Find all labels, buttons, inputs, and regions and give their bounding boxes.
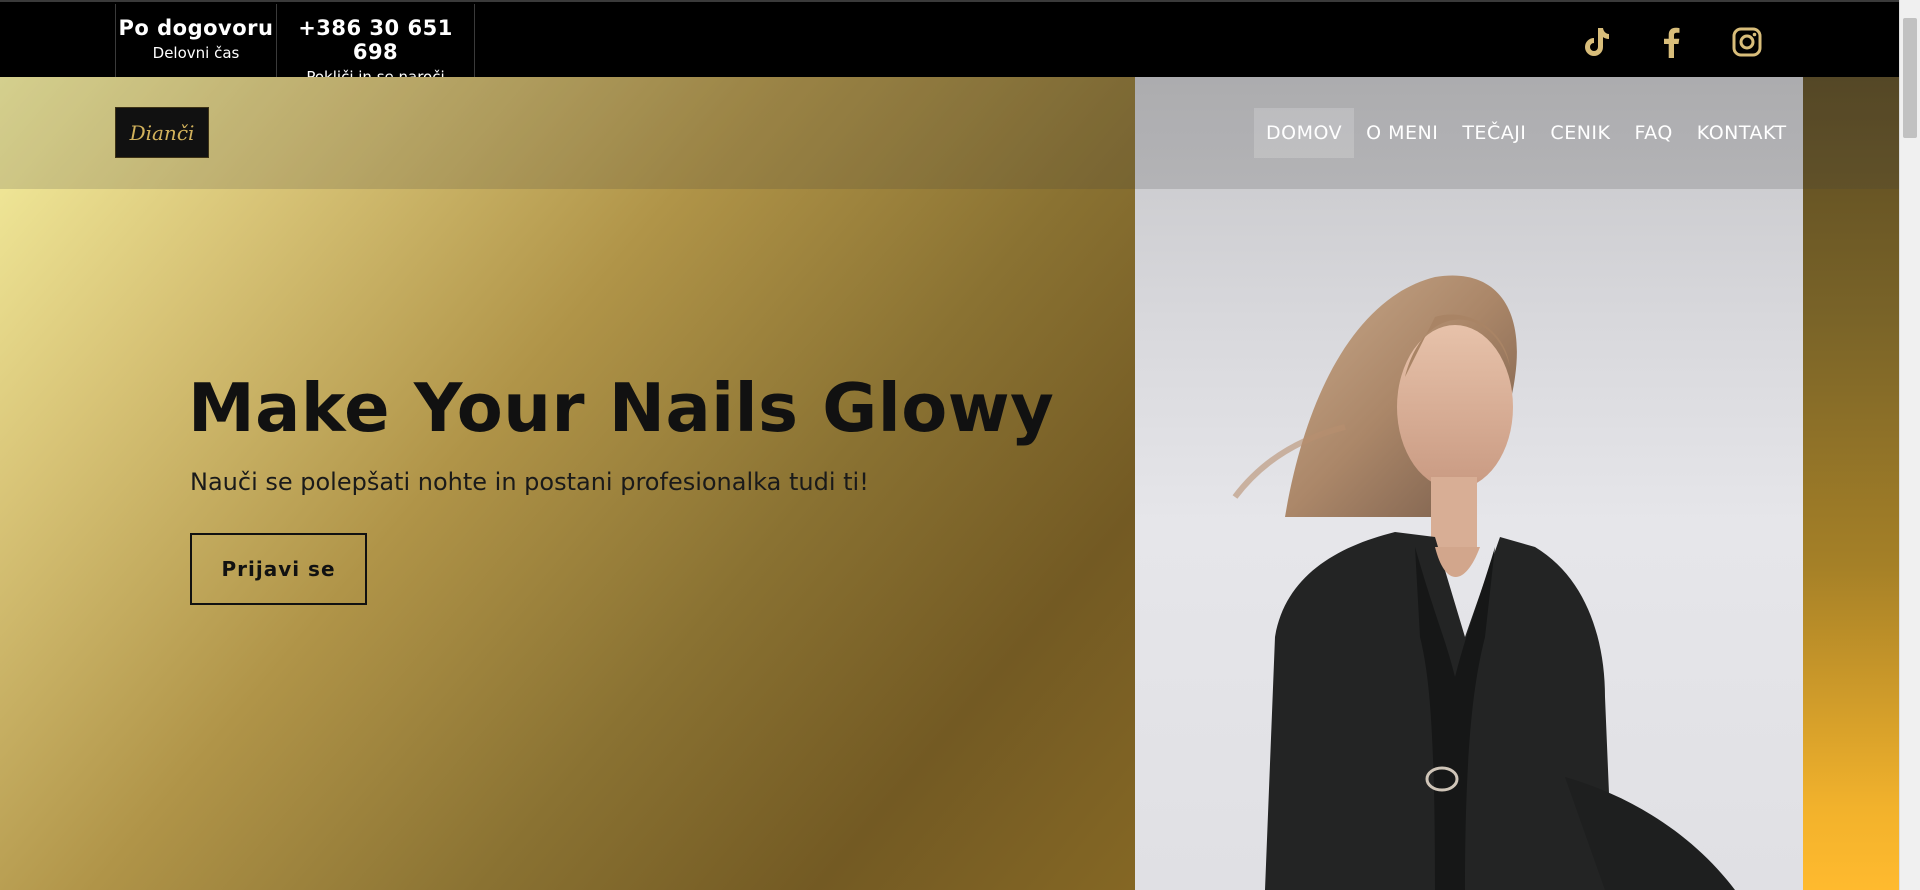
phone-number[interactable]: +386 30 651 698: [277, 16, 474, 64]
signup-button[interactable]: Prijavi se: [190, 533, 367, 605]
scrollbar-thumb[interactable]: [1903, 18, 1917, 138]
nav-item-kontakt[interactable]: KONTAKT: [1685, 108, 1799, 158]
working-hours-box: Po dogovoru Delovni čas: [115, 4, 277, 79]
nav-item-cenik[interactable]: CENIK: [1538, 108, 1622, 158]
facebook-icon[interactable]: [1654, 24, 1690, 60]
nav-item-tecaji[interactable]: TEČAJI: [1450, 108, 1538, 158]
hero-gold-strip: [1803, 77, 1899, 890]
working-hours-title: Po dogovoru: [118, 16, 274, 40]
main-navigation: DOMOV O MENI TEČAJI CENIK FAQ KONTAKT: [1254, 108, 1799, 158]
hero-section: Dianči DOMOV O MENI TEČAJI CENIK FAQ KON…: [0, 77, 1899, 890]
hero-subline: Nauči se polepšati nohte in postani prof…: [190, 468, 869, 496]
site-logo[interactable]: Dianči: [115, 107, 209, 158]
working-hours-subtitle: Delovni čas: [152, 44, 240, 62]
instagram-icon[interactable]: [1729, 24, 1765, 60]
hero-headline: Make Your Nails Glowy: [188, 369, 1055, 447]
nav-item-o-meni[interactable]: O MENI: [1354, 108, 1450, 158]
tiktok-icon[interactable]: [1578, 24, 1614, 60]
top-info-bar: Po dogovoru Delovni čas +386 30 651 698 …: [0, 0, 1899, 86]
nav-item-faq[interactable]: FAQ: [1622, 108, 1684, 158]
hero-portrait-photo: [1135, 77, 1803, 890]
nav-item-domov[interactable]: DOMOV: [1254, 108, 1355, 158]
phone-box[interactable]: +386 30 651 698 Pokliči in se naroči: [276, 4, 475, 86]
